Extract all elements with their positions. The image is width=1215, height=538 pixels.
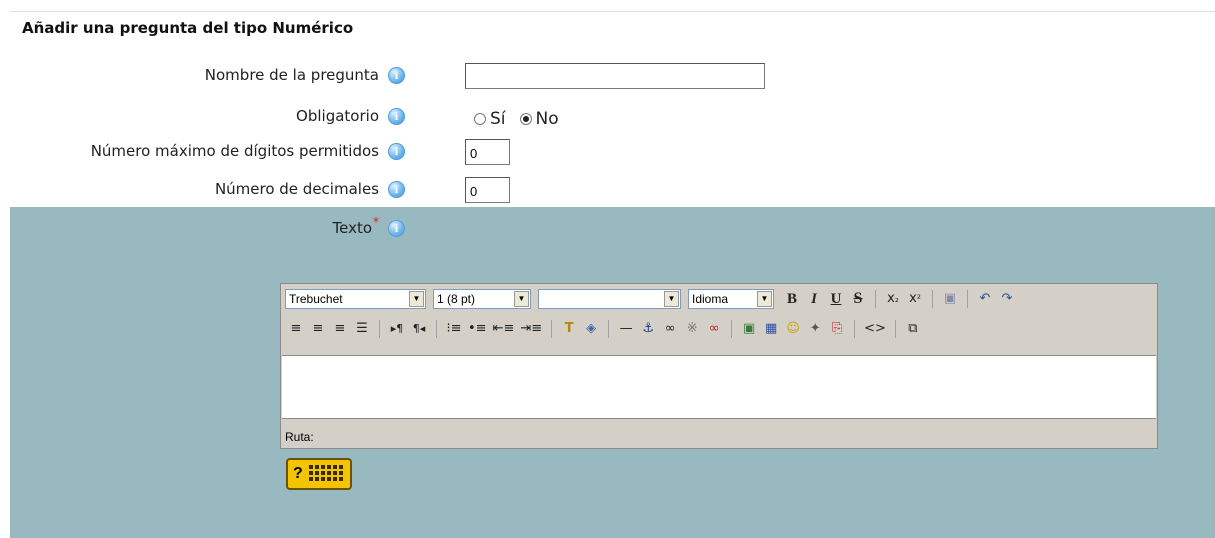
redo-icon[interactable]: ↷ bbox=[999, 289, 1015, 309]
strikethrough-icon[interactable]: S bbox=[850, 289, 866, 309]
required-marker: * bbox=[373, 215, 379, 229]
horizontal-rule-icon[interactable]: — bbox=[618, 319, 634, 339]
chevron-down-icon: ▼ bbox=[664, 291, 679, 307]
text-label-wrap: Texto * bbox=[332, 215, 405, 237]
ltr-icon[interactable]: ▸¶ bbox=[389, 319, 405, 339]
info-icon[interactable] bbox=[388, 180, 405, 198]
indent-icon[interactable]: ⇥≡ bbox=[520, 319, 542, 339]
toolbar-separator bbox=[875, 290, 876, 308]
font-size-select[interactable]: 1 (8 pt) ▼ bbox=[433, 289, 531, 309]
max-digits-label: Número máximo de dígitos permitidos bbox=[90, 142, 379, 160]
chevron-down-icon: ▼ bbox=[757, 291, 772, 307]
toolbar-separator bbox=[551, 320, 553, 338]
paste-word-icon[interactable]: ▣ bbox=[942, 289, 958, 309]
bold-icon[interactable]: B bbox=[784, 289, 800, 309]
required-yes-radio[interactable] bbox=[474, 113, 486, 125]
max-digits-label-wrap: Número máximo de dígitos permitidos bbox=[91, 142, 405, 160]
toolbar-separator bbox=[854, 320, 856, 338]
ordered-list-icon[interactable]: ⁝≡ bbox=[446, 319, 462, 339]
question-mark-icon: ? bbox=[293, 465, 303, 482]
smiley-icon[interactable]: ☺ bbox=[785, 319, 801, 339]
required-yes-label[interactable]: Sí bbox=[490, 109, 506, 129]
align-left-icon[interactable]: ≡ bbox=[288, 319, 304, 339]
row-decimals: Número de decimales bbox=[0, 176, 1215, 206]
toolbar-separator bbox=[379, 320, 380, 338]
editor-toolbar-row-2: ≡ ≡ ≡ ☰ ▸¶ ¶◂ ⁝≡ •≡ ⇤≡ ⇥≡ T ◈ — ⚓ ∞ ※ ∞ … bbox=[285, 317, 924, 341]
language-select[interactable]: Idioma ▼ bbox=[688, 289, 774, 309]
fullscreen-icon[interactable]: ⧉ bbox=[905, 319, 921, 339]
font-family-select[interactable]: Trebuchet ▼ bbox=[285, 289, 426, 309]
insert-table-icon[interactable]: ▦ bbox=[763, 319, 779, 339]
font-size-value: 1 (8 pt) bbox=[437, 292, 476, 306]
nolink-icon[interactable]: ∞ bbox=[706, 319, 722, 339]
row-max-digits: Número máximo de dígitos permitidos bbox=[0, 138, 1215, 168]
search-replace-icon[interactable]: ⎘ bbox=[829, 319, 845, 339]
font-family-value: Trebuchet bbox=[289, 292, 343, 306]
info-icon[interactable] bbox=[388, 219, 405, 237]
superscript-icon[interactable]: x² bbox=[907, 289, 923, 309]
italic-icon[interactable]: I bbox=[806, 289, 822, 309]
top-divider bbox=[10, 11, 1215, 12]
editor-path-label: Ruta: bbox=[285, 430, 314, 444]
subscript-icon[interactable]: x₂ bbox=[885, 289, 901, 309]
toolbar-separator bbox=[731, 320, 733, 338]
question-name-input[interactable] bbox=[465, 63, 765, 89]
toolbar-separator bbox=[932, 290, 933, 308]
toolbar-separator bbox=[608, 320, 610, 338]
toolbar-separator bbox=[967, 290, 968, 308]
link-icon[interactable]: ∞ bbox=[662, 319, 678, 339]
unordered-list-icon[interactable]: •≡ bbox=[468, 319, 487, 339]
toolbar-separator bbox=[894, 320, 896, 338]
toolbar-separator bbox=[436, 320, 437, 338]
info-icon[interactable] bbox=[388, 66, 405, 84]
align-center-icon[interactable]: ≡ bbox=[310, 319, 326, 339]
underline-icon[interactable]: U bbox=[828, 289, 844, 309]
page-title: Añadir una pregunta del tipo Numérico bbox=[22, 19, 354, 37]
row-question-name: Nombre de la pregunta bbox=[0, 62, 1215, 92]
row-required: Obligatorio Sí No bbox=[0, 103, 1215, 133]
html-editor: Trebuchet ▼ 1 (8 pt) ▼ ▼ Idioma ▼ B I U … bbox=[280, 283, 1158, 449]
undo-icon[interactable]: ↶ bbox=[977, 289, 993, 309]
language-value: Idioma bbox=[692, 292, 729, 306]
special-char-icon[interactable]: ✦ bbox=[807, 319, 823, 339]
required-no-radio[interactable] bbox=[519, 113, 532, 125]
format-select[interactable]: ▼ bbox=[538, 289, 681, 309]
required-radio-group: Sí No bbox=[474, 109, 559, 129]
editor-content-area[interactable] bbox=[282, 355, 1156, 419]
decimals-label-wrap: Número de decimales bbox=[215, 180, 405, 198]
align-right-icon[interactable]: ≡ bbox=[332, 319, 348, 339]
outdent-icon[interactable]: ⇤≡ bbox=[493, 319, 515, 339]
question-name-label: Nombre de la pregunta bbox=[204, 66, 379, 84]
question-name-label-wrap: Nombre de la pregunta bbox=[205, 66, 405, 84]
required-label-wrap: Obligatorio bbox=[296, 107, 405, 125]
decimals-label: Número de decimales bbox=[214, 180, 379, 198]
chevron-down-icon: ▼ bbox=[514, 291, 529, 307]
help-keyboard-button[interactable]: ? bbox=[286, 458, 352, 490]
editor-toolbar-row-1: Trebuchet ▼ 1 (8 pt) ▼ ▼ Idioma ▼ B I U … bbox=[285, 287, 1018, 311]
decimals-input[interactable] bbox=[465, 177, 510, 203]
insert-image-icon[interactable]: ▣ bbox=[741, 319, 757, 339]
background-color-icon[interactable]: ◈ bbox=[583, 319, 599, 339]
info-icon[interactable] bbox=[388, 107, 405, 125]
required-label: Obligatorio bbox=[296, 107, 379, 125]
text-color-icon[interactable]: T bbox=[561, 319, 577, 339]
html-source-icon[interactable]: <> bbox=[864, 319, 886, 339]
unlink-icon[interactable]: ※ bbox=[684, 319, 700, 339]
rtl-icon[interactable]: ¶◂ bbox=[411, 319, 427, 339]
chevron-down-icon: ▼ bbox=[409, 291, 424, 307]
justify-icon[interactable]: ☰ bbox=[354, 319, 370, 339]
text-label: Texto bbox=[332, 219, 372, 237]
info-icon[interactable] bbox=[388, 142, 405, 160]
anchor-icon[interactable]: ⚓ bbox=[640, 319, 656, 339]
max-digits-input[interactable] bbox=[465, 139, 510, 165]
required-no-label[interactable]: No bbox=[536, 109, 559, 129]
keyboard-icon bbox=[306, 465, 345, 483]
